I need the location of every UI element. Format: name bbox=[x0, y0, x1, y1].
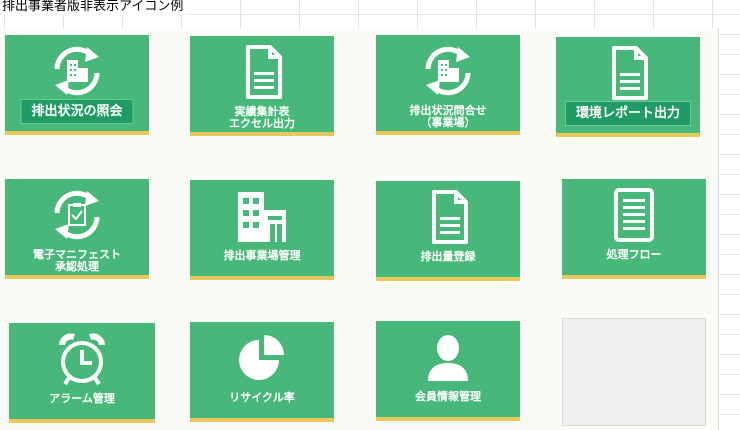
tile-label: アラーム管理 bbox=[49, 392, 115, 405]
document-icon bbox=[418, 189, 478, 245]
tile-label: 電子マニフェスト 承認処理 bbox=[33, 248, 121, 273]
tile-emission-site-management[interactable]: 排出事業場管理 bbox=[190, 180, 334, 280]
document-icon bbox=[598, 45, 658, 101]
refresh-clipboard-icon bbox=[47, 187, 107, 243]
canvas-edge bbox=[718, 28, 719, 430]
tile-e-manifest-approval[interactable]: 電子マニフェスト 承認処理 bbox=[5, 179, 149, 279]
tile-recycling-rate[interactable]: リサイクル率 bbox=[190, 322, 334, 422]
tile-processing-flow[interactable]: 処理フロー bbox=[562, 179, 706, 279]
tile-label: 排出状況の照会 bbox=[20, 99, 134, 124]
tile-label: 会員情報管理 bbox=[415, 390, 481, 403]
tile-label: 実績集計表 エクセル出力 bbox=[229, 105, 295, 130]
tile-label: 環境レポート出力 bbox=[564, 101, 692, 126]
refresh-building-icon bbox=[47, 43, 107, 99]
building-icon bbox=[232, 188, 292, 244]
tile-label: 排出状況問合せ （事業場） bbox=[409, 104, 487, 129]
tile-label: 処理フロー bbox=[606, 248, 662, 261]
tile-label: リサイクル率 bbox=[229, 391, 295, 404]
tile-label: 排出事業場管理 bbox=[223, 249, 301, 262]
refresh-building-icon bbox=[418, 43, 478, 99]
tile-environment-report-export[interactable]: 環境レポート出力 bbox=[556, 37, 700, 137]
tile-emission-status-inquiry[interactable]: 排出状況の照会 bbox=[5, 35, 149, 135]
sheet-title: 排出事業者版非表示アイコン例 bbox=[2, 0, 188, 15]
document-icon bbox=[232, 44, 292, 100]
tile-label: 排出量登録 bbox=[420, 250, 476, 263]
empty-tile-placeholder bbox=[562, 318, 706, 426]
pie-chart-icon bbox=[232, 330, 292, 386]
list-document-icon bbox=[604, 187, 664, 243]
tile-results-excel-export[interactable]: 実績集計表 エクセル出力 bbox=[190, 36, 334, 136]
tile-alarm-management[interactable]: アラーム管理 bbox=[9, 323, 155, 423]
person-icon bbox=[418, 329, 478, 385]
alarm-clock-icon bbox=[52, 331, 112, 387]
tile-emission-registration[interactable]: 排出量登録 bbox=[376, 181, 520, 281]
tile-member-info-management[interactable]: 会員情報管理 bbox=[376, 321, 520, 421]
tile-emission-status-query-site[interactable]: 排出状況問合せ （事業場） bbox=[376, 35, 520, 135]
